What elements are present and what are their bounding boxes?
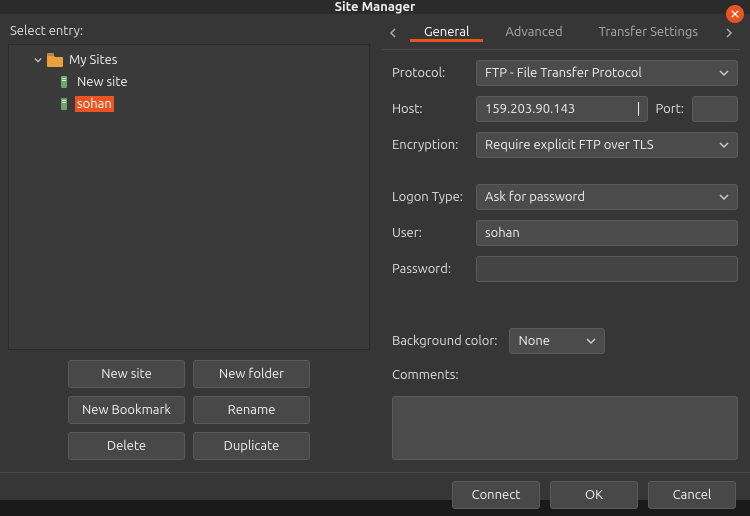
rename-button[interactable]: Rename — [193, 396, 310, 424]
cancel-button[interactable]: Cancel — [648, 481, 736, 509]
close-button[interactable] — [726, 5, 744, 23]
new-site-button[interactable]: New site — [68, 360, 185, 388]
tab-advanced[interactable]: Advanced — [491, 25, 576, 42]
host-input-wrapper — [476, 96, 648, 122]
protocol-select[interactable]: FTP - File Transfer Protocol — [476, 60, 738, 86]
user-input-wrapper — [476, 220, 738, 246]
tab-general[interactable]: General — [410, 25, 483, 42]
caret-down-icon — [33, 56, 43, 64]
port-label: Port: — [656, 102, 684, 116]
background-color-select[interactable]: None — [509, 328, 605, 354]
tree-root-my-sites[interactable]: My Sites — [9, 49, 369, 71]
tree-root-label: My Sites — [67, 52, 119, 68]
dialog-body: Select entry: My Sites — [0, 14, 750, 516]
server-icon — [57, 97, 71, 111]
text-cursor — [638, 102, 639, 116]
tab-scroll-left[interactable] — [382, 20, 406, 48]
row-bgcolor: Background color: None — [392, 328, 738, 354]
port-input[interactable] — [701, 102, 729, 116]
connect-button[interactable]: Connect — [452, 481, 540, 509]
ok-button[interactable]: OK — [550, 481, 638, 509]
site-action-buttons: New site New folder New Bookmark Rename … — [8, 350, 370, 460]
main-area: Select entry: My Sites — [0, 14, 750, 472]
site-tree[interactable]: My Sites New site sohan — [8, 44, 370, 350]
row-logon-type: Logon Type: Ask for password — [392, 184, 738, 210]
dialog-footer: Connect OK Cancel — [0, 472, 750, 516]
encryption-label: Encryption: — [392, 138, 468, 152]
tree-item-label: sohan — [75, 96, 114, 112]
spacer — [392, 292, 738, 318]
tab-scroll-right[interactable] — [716, 20, 740, 48]
host-label: Host: — [392, 102, 468, 116]
comments-label: Comments: — [392, 368, 738, 382]
host-input[interactable] — [485, 102, 637, 116]
delete-button[interactable]: Delete — [68, 432, 185, 460]
logon-type-label: Logon Type: — [392, 190, 468, 204]
site-manager-window: Site Manager Select entry: — [0, 0, 750, 500]
tab-transfer-settings[interactable]: Transfer Settings — [585, 25, 712, 42]
duplicate-button[interactable]: Duplicate — [193, 432, 310, 460]
spacer — [392, 168, 738, 174]
tree-item-label: New site — [75, 74, 130, 90]
tabs: General Advanced Transfer Settings — [406, 25, 716, 42]
chevron-left-icon — [389, 27, 399, 41]
server-icon — [57, 75, 71, 89]
right-pane: General Advanced Transfer Settings Proto… — [378, 14, 750, 472]
window-title: Site Manager — [335, 0, 416, 14]
chevron-down-icon — [586, 336, 596, 346]
row-user: User: — [392, 220, 738, 246]
general-form: Protocol: FTP - File Transfer Protocol H… — [382, 50, 740, 460]
titlebar: Site Manager — [0, 0, 750, 14]
folder-icon — [47, 53, 63, 67]
logon-type-value: Ask for password — [485, 190, 585, 204]
chevron-down-icon — [719, 140, 729, 150]
port-input-wrapper — [692, 96, 738, 122]
row-password: Password: — [392, 256, 738, 282]
background-color-value: None — [518, 334, 550, 348]
password-input[interactable] — [485, 262, 729, 276]
encryption-value: Require explicit FTP over TLS — [485, 138, 654, 152]
row-encryption: Encryption: Require explicit FTP over TL… — [392, 132, 738, 158]
user-input[interactable] — [485, 226, 729, 240]
background-color-label: Background color: — [392, 334, 497, 348]
new-folder-button[interactable]: New folder — [193, 360, 310, 388]
protocol-value: FTP - File Transfer Protocol — [485, 66, 642, 80]
encryption-select[interactable]: Require explicit FTP over TLS — [476, 132, 738, 158]
new-bookmark-button[interactable]: New Bookmark — [68, 396, 185, 424]
password-label: Password: — [392, 262, 468, 276]
row-host: Host: Port: — [392, 96, 738, 122]
row-protocol: Protocol: FTP - File Transfer Protocol — [392, 60, 738, 86]
chevron-right-icon — [723, 27, 733, 41]
protocol-label: Protocol: — [392, 66, 468, 80]
password-input-wrapper — [476, 256, 738, 282]
chevron-down-icon — [719, 192, 729, 202]
logon-type-select[interactable]: Ask for password — [476, 184, 738, 210]
comments-textarea[interactable] — [392, 396, 738, 460]
chevron-down-icon — [719, 68, 729, 78]
left-pane: Select entry: My Sites — [0, 14, 378, 472]
tree-item-sohan[interactable]: sohan — [9, 93, 369, 115]
user-label: User: — [392, 226, 468, 240]
select-entry-label: Select entry: — [10, 24, 370, 38]
tab-bar: General Advanced Transfer Settings — [382, 18, 740, 50]
close-icon — [731, 7, 739, 21]
tree-item-new-site[interactable]: New site — [9, 71, 369, 93]
